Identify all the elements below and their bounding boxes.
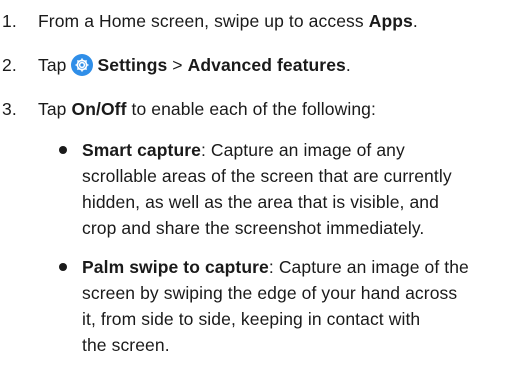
advanced-features-label: Advanced features — [187, 55, 346, 75]
on-off-label: On/Off — [71, 99, 127, 119]
bullet-title: Smart capture — [82, 140, 201, 160]
step-text: Tap On/Off to enable each of the followi… — [38, 99, 376, 119]
bullet-text: Smart capture: Capture an image of any s… — [82, 140, 452, 238]
settings-label: Settings — [97, 55, 168, 75]
bullet-dot — [59, 146, 67, 154]
bullet-title: Palm swipe to capture — [82, 257, 269, 277]
apps-label: Apps — [368, 11, 413, 31]
bullet-text: Palm swipe to capture: Capture an image … — [82, 257, 469, 355]
step-number: 1. — [2, 11, 17, 31]
step-text: Tap Settings > Advanced features. — [38, 54, 351, 76]
bullet-dot — [59, 263, 67, 271]
step-number: 2. — [2, 55, 17, 75]
step-text: From a Home screen, swipe up to access A… — [38, 11, 418, 31]
step-number: 3. — [2, 99, 17, 119]
instructions-document: 1. From a Home screen, swipe up to acces… — [0, 0, 525, 377]
settings-gear-icon — [71, 54, 94, 76]
